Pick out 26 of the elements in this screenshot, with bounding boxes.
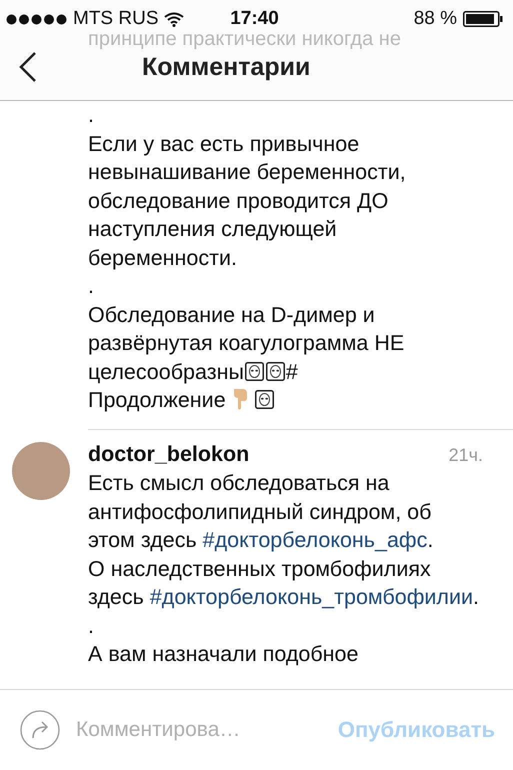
pointing-hand-icon: [232, 388, 248, 410]
back-icon[interactable]: [18, 51, 38, 83]
scrolled-text: принципе практически никогда не: [88, 27, 402, 51]
signal-icon: [6, 14, 68, 24]
hashtag-link[interactable]: #докторбелоконь_афс: [202, 528, 428, 552]
comment-text: .: [88, 102, 95, 129]
comment-text: .: [88, 273, 95, 300]
alien-icon: [266, 362, 285, 380]
battery-icon: [463, 11, 504, 27]
battery-percent: 88 %: [414, 8, 458, 30]
alien-icon: [254, 390, 274, 409]
comment-text: О наследственных тромбофилиях здесь #докторбелоконь_тромбофилии.: [88, 556, 480, 611]
comment-text: А вам назначали подобное: [88, 641, 360, 668]
comment-text: Если у вас есть привычное невынашивание беременности, обследование проводится ДО наступления следующей беременности.: [88, 130, 407, 272]
comment-text: Продолжение: [88, 386, 483, 414]
status-time: 17:40: [230, 8, 279, 30]
hashtag-link[interactable]: #докторбелоконь_тромбофилии: [150, 585, 473, 609]
comment-time: 21ч.: [448, 444, 483, 466]
wifi-icon: [164, 12, 184, 26]
comment-text: .: [88, 612, 95, 640]
comment-text: Обследование на D-димер и развёрнутая коагулограмма НЕ целесообразны #: [88, 302, 406, 386]
username[interactable]: doctor_belokon: [88, 440, 250, 468]
carrier-name: MTS RUS: [73, 8, 158, 30]
comment-text: Есть смысл обследоваться на антифосфолипидный синдром, об этом здесь #докторбелоконь_афс.: [88, 470, 434, 554]
alien-icon: [244, 362, 264, 380]
screen-title: Комментарии: [142, 52, 310, 82]
